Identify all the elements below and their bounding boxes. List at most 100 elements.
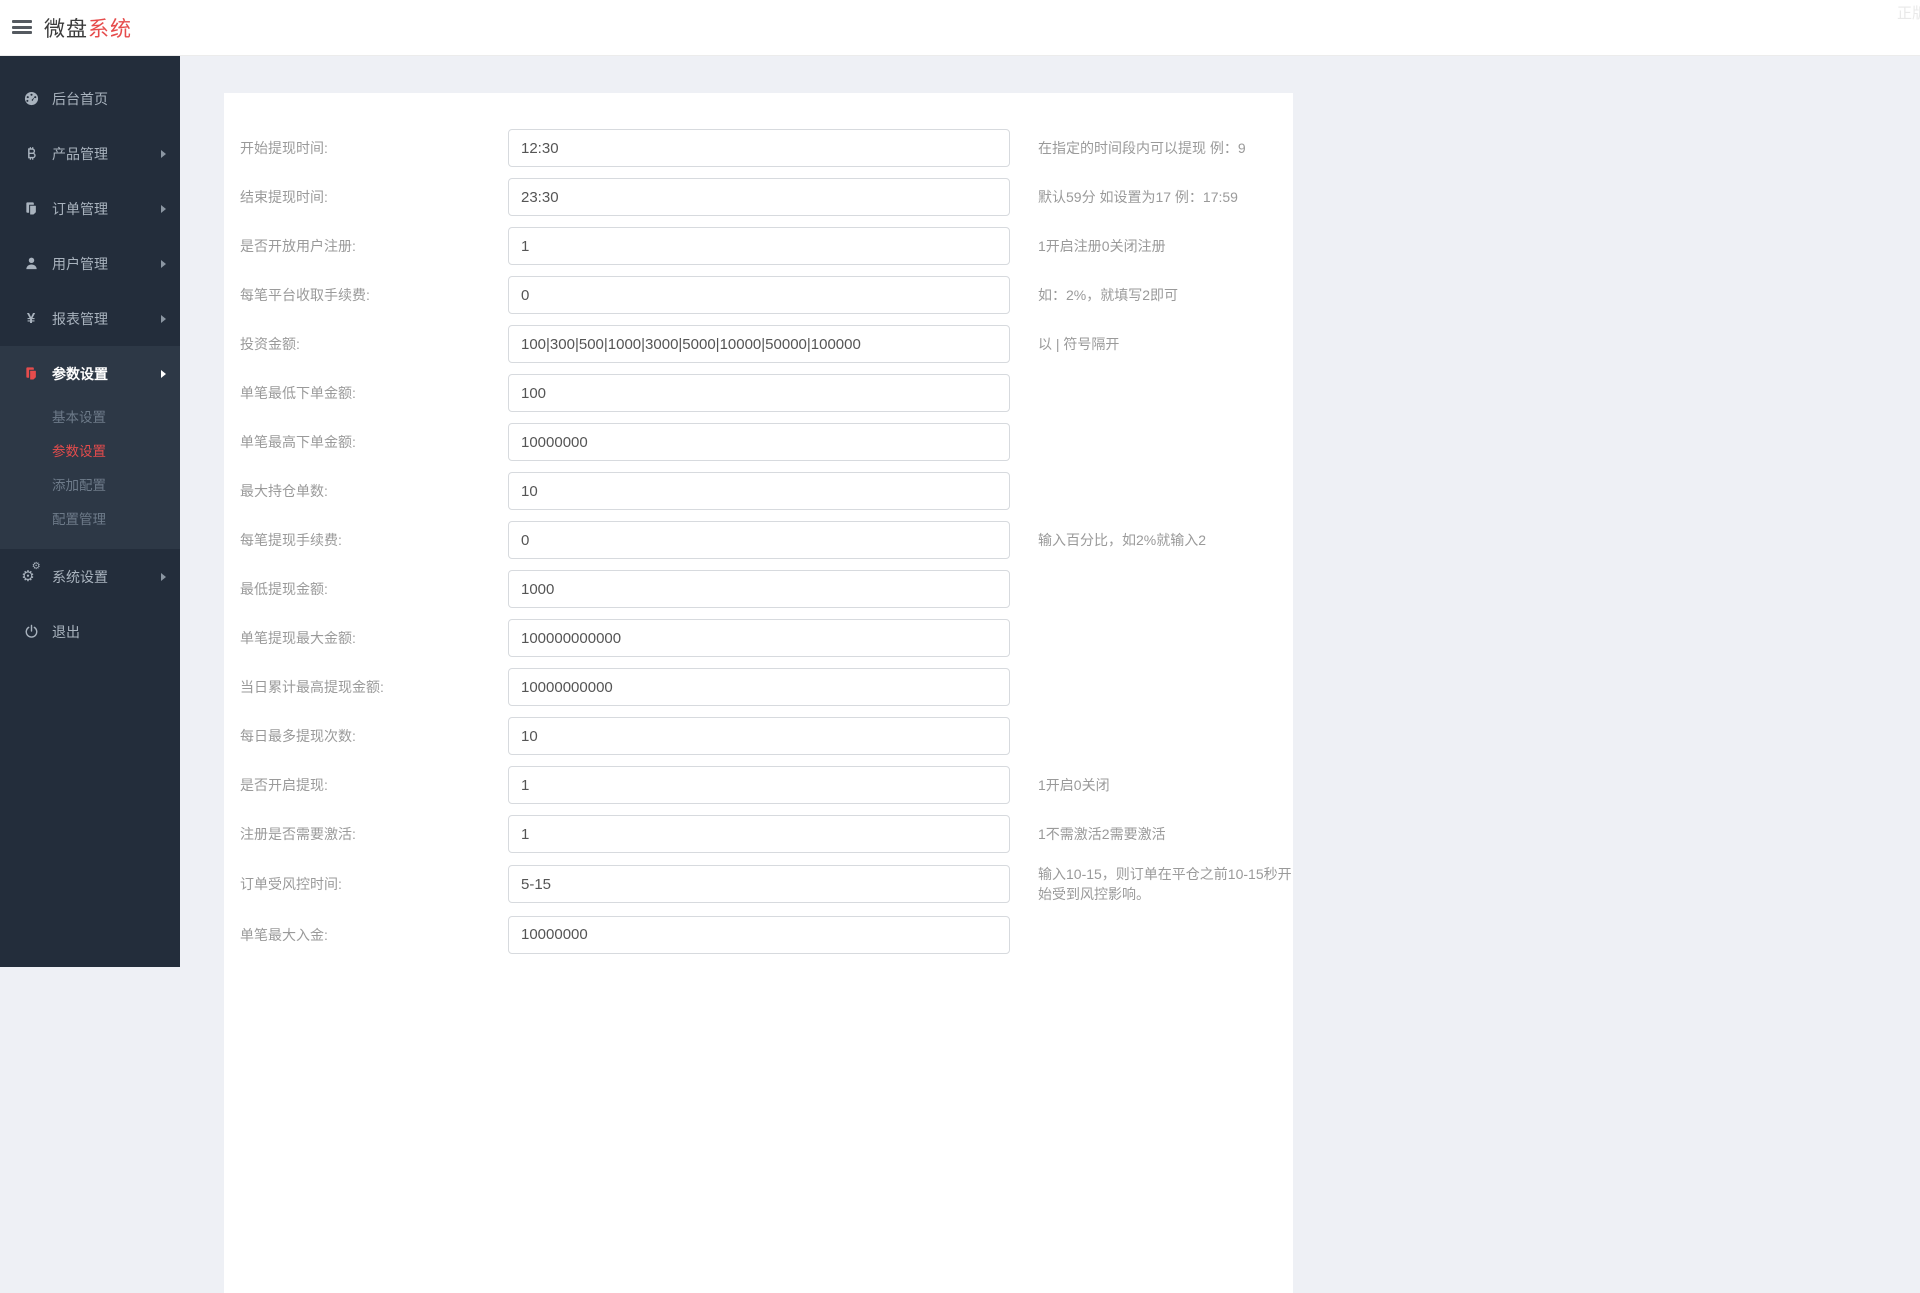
app-logo: 微盘系统 <box>44 13 132 43</box>
field-input[interactable] <box>508 472 1010 510</box>
sidebar-nav: 后台首页 产品管理 订单管理 用户管理 ¥ 报表管理 参数设置 基本设置 参数设置… <box>0 71 180 659</box>
field-input[interactable] <box>508 619 1010 657</box>
field-input[interactable] <box>508 717 1010 755</box>
chevron-right-icon <box>161 572 166 581</box>
sidebar-item-label: 用户管理 <box>52 255 108 272</box>
field-label: 是否开启提现: <box>240 777 328 793</box>
field-label: 单笔最大入金: <box>240 926 328 943</box>
field-input[interactable] <box>508 374 1010 412</box>
field-input[interactable] <box>508 227 1010 265</box>
field-label: 每日最多提现次数: <box>240 728 356 744</box>
power-icon <box>20 624 42 639</box>
field-help-text: 输入百分比，如2%就输入2 <box>1038 531 1207 548</box>
field-input[interactable] <box>508 129 1010 167</box>
settings-form: 开始提现时间: 在指定的时间段内可以提现 例：9 结束提现时间: 默认59分 如… <box>240 129 1293 954</box>
field-input[interactable] <box>508 766 1010 804</box>
dashboard-icon <box>20 91 42 106</box>
watermark-text: 正版 <box>1896 5 1920 22</box>
logo-text-primary: 微盘 <box>44 18 88 41</box>
field-label: 最低提现金额: <box>240 581 328 597</box>
field-label: 是否开放用户注册: <box>240 238 356 254</box>
form-row: 单笔最大入金: <box>240 915 1293 954</box>
settings-card: 开始提现时间: 在指定的时间段内可以提现 例：9 结束提现时间: 默认59分 如… <box>224 93 1293 1293</box>
field-input[interactable] <box>508 570 1010 608</box>
form-row: 订单受风控时间: 输入10-15，则订单在平仓之前10-15秒开始受到风控影响。 <box>240 864 1293 905</box>
form-row: 最低提现金额: <box>240 570 1293 608</box>
form-row: 当日累计最高提现金额: <box>240 668 1293 706</box>
sidebar-item-dashboard[interactable]: 后台首页 <box>0 71 180 126</box>
field-input[interactable] <box>508 423 1010 461</box>
form-row: 开始提现时间: 在指定的时间段内可以提现 例：9 <box>240 129 1293 167</box>
field-help-text: 在指定的时间段内可以提现 例：9 <box>1038 139 1246 156</box>
sidebar-submenu: 基本设置 参数设置 添加配置 配置管理 <box>0 401 180 549</box>
gears-icon: ⚙ ⚙ <box>21 561 41 585</box>
form-row: 单笔最高下单金额: <box>240 423 1293 461</box>
field-help-text: 1不需激活2需要激活 <box>1038 825 1166 842</box>
field-input[interactable] <box>508 915 1010 954</box>
top-header: 微盘系统 正版 <box>0 0 1920 56</box>
form-row: 结束提现时间: 默认59分 如设置为17 例：17:59 <box>240 178 1293 216</box>
field-input[interactable] <box>508 521 1010 559</box>
field-input[interactable] <box>508 865 1010 904</box>
form-row: 每笔提现手续费: 输入百分比，如2%就输入2 <box>240 521 1293 559</box>
sidebar-subitem[interactable]: 基本设置 <box>0 401 180 435</box>
field-label: 投资金额: <box>240 336 300 352</box>
form-row: 单笔最低下单金额: <box>240 374 1293 412</box>
field-label: 最大持仓单数: <box>240 483 328 499</box>
sidebar-item-gears[interactable]: ⚙ ⚙ 系统设置 <box>0 549 180 604</box>
field-label: 每笔提现手续费: <box>240 532 342 548</box>
sidebar-item-label: 产品管理 <box>52 145 108 162</box>
orders-icon <box>20 201 42 216</box>
params-icon <box>20 366 42 381</box>
chevron-right-icon <box>161 259 166 268</box>
sidebar-subitem[interactable]: 配置管理 <box>0 503 180 537</box>
field-input[interactable] <box>508 276 1010 314</box>
sidebar-subitem[interactable]: 添加配置 <box>0 469 180 503</box>
sidebar-item-label: 退出 <box>52 623 80 640</box>
field-help-text: 1开启0关闭 <box>1038 776 1110 793</box>
sidebar-subitem[interactable]: 参数设置 <box>0 435 180 469</box>
field-input[interactable] <box>508 178 1010 216</box>
field-label: 开始提现时间: <box>240 140 328 156</box>
form-row: 每日最多提现次数: <box>240 717 1293 755</box>
form-row: 单笔提现最大金额: <box>240 619 1293 657</box>
sidebar-item-label: 后台首页 <box>52 90 108 107</box>
sidebar-item-label: 报表管理 <box>52 310 108 327</box>
sidebar-item-label: 系统设置 <box>52 568 108 585</box>
form-row: 是否开放用户注册: 1开启注册0关闭注册 <box>240 227 1293 265</box>
chevron-right-icon <box>161 204 166 213</box>
form-row: 是否开启提现: 1开启0关闭 <box>240 766 1293 804</box>
hamburger-menu-icon[interactable] <box>12 17 32 37</box>
main-content: 开始提现时间: 在指定的时间段内可以提现 例：9 结束提现时间: 默认59分 如… <box>180 56 1920 1293</box>
field-label: 单笔最高下单金额: <box>240 434 356 450</box>
field-label: 当日累计最高提现金额: <box>240 679 384 695</box>
field-label: 结束提现时间: <box>240 189 328 205</box>
field-label: 单笔提现最大金额: <box>240 630 356 646</box>
sidebar-item-params[interactable]: 参数设置 <box>0 346 180 401</box>
chevron-right-icon <box>161 369 166 378</box>
field-help-text: 以 | 符号隔开 <box>1038 335 1120 352</box>
field-help-text: 1开启注册0关闭注册 <box>1038 237 1166 254</box>
sidebar-group-expanded: 参数设置 基本设置 参数设置 添加配置 配置管理 <box>0 346 180 549</box>
field-label: 订单受风控时间: <box>240 876 342 893</box>
sidebar-item-user[interactable]: 用户管理 <box>0 236 180 291</box>
form-row: 投资金额: 以 | 符号隔开 <box>240 325 1293 363</box>
sidebar-item-orders[interactable]: 订单管理 <box>0 181 180 236</box>
field-input[interactable] <box>508 325 1010 363</box>
form-row: 每笔平台收取手续费: 如：2%，就填写2即可 <box>240 276 1293 314</box>
yen-icon: ¥ <box>26 310 36 327</box>
sidebar-item-yen[interactable]: ¥ 报表管理 <box>0 291 180 346</box>
sidebar-item-power[interactable]: 退出 <box>0 604 180 659</box>
sidebar-item-bitcoin[interactable]: 产品管理 <box>0 126 180 181</box>
field-help-text: 默认59分 如设置为17 例：17:59 <box>1038 188 1238 205</box>
field-label: 注册是否需要激活: <box>240 826 356 842</box>
field-label: 每笔平台收取手续费: <box>240 287 370 303</box>
bitcoin-icon <box>20 146 42 161</box>
user-icon <box>20 256 42 271</box>
chevron-right-icon <box>161 149 166 158</box>
field-input[interactable] <box>508 668 1010 706</box>
sidebar-item-label: 订单管理 <box>52 200 108 217</box>
field-input[interactable] <box>508 815 1010 853</box>
form-row: 注册是否需要激活: 1不需激活2需要激活 <box>240 815 1293 853</box>
form-row: 最大持仓单数: <box>240 472 1293 510</box>
